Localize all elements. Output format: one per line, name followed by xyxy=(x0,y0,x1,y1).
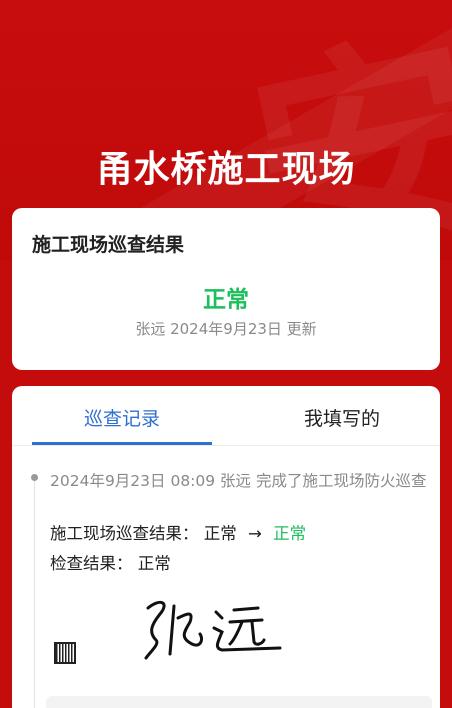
signature-photo[interactable] xyxy=(50,584,430,676)
records-card: 巡查记录 我填写的 2024年9月23日 08:09 张远 完成了施工现场防火巡… xyxy=(12,386,440,708)
tab-my-submissions[interactable]: 我填写的 xyxy=(252,404,432,431)
timeline-line xyxy=(34,478,35,708)
tab-inspection-records[interactable]: 巡查记录 xyxy=(32,404,212,431)
qr-code-icon xyxy=(54,642,76,664)
tab-bar: 巡查记录 我填写的 xyxy=(12,386,440,446)
record-header: 2024年9月23日 08:09 张远 完成了施工现场防火巡查 xyxy=(50,472,427,490)
arrow-right-icon: → xyxy=(248,524,262,543)
record-result-change: 施工现场巡查结果： 正常 → 正常 xyxy=(50,520,306,544)
inspection-result-card: 施工现场巡查结果 正常 张远 2024年9月23日 更新 xyxy=(12,208,440,370)
check-result-value: 正常 xyxy=(137,554,171,573)
new-status: 正常 xyxy=(273,524,307,543)
timeline-dot xyxy=(31,474,38,481)
check-result-label: 检查结果： xyxy=(50,554,133,573)
handwritten-signature xyxy=(144,600,282,660)
status-badge: 正常 xyxy=(203,287,249,313)
next-record-placeholder xyxy=(46,696,432,708)
result-updated-meta: 张远 2024年9月23日 更新 xyxy=(135,320,317,338)
record-check-result: 检查结果： 正常 xyxy=(50,550,171,574)
result-title: 施工现场巡查结果 xyxy=(32,234,185,256)
active-tab-indicator xyxy=(32,442,212,445)
page-title: 甬水桥施工现场 xyxy=(96,149,356,190)
result-label: 施工现场巡查结果： xyxy=(50,524,199,543)
previous-status: 正常 xyxy=(203,524,237,543)
